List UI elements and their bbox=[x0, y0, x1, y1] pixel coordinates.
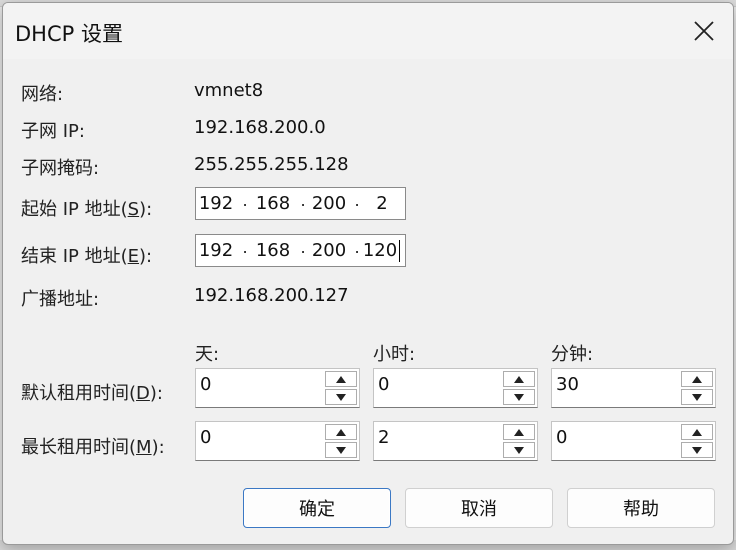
max-minutes-increment-button[interactable] bbox=[681, 424, 713, 440]
default-lease-days-spinner[interactable]: 0 bbox=[195, 368, 360, 408]
end-ip-dot-2: . bbox=[300, 238, 306, 257]
chevron-up-icon bbox=[514, 375, 524, 383]
max-lease-label-end: ): bbox=[151, 437, 165, 458]
subnet-mask-label: 子网掩码: bbox=[21, 158, 100, 179]
start-ip-label-accesskey: S bbox=[127, 199, 140, 220]
chevron-down-icon bbox=[336, 446, 346, 454]
close-icon bbox=[694, 21, 714, 41]
end-ip-label: 结束 IP 地址(E): bbox=[21, 242, 152, 268]
end-ip-label-text: 结束 IP 地址( bbox=[21, 246, 128, 267]
default-minutes-decrement-button[interactable] bbox=[681, 389, 713, 405]
start-ip-dot-1: . bbox=[242, 191, 248, 210]
max-lease-days-spinner[interactable]: 0 bbox=[195, 421, 360, 461]
default-hours-decrement-button[interactable] bbox=[503, 389, 535, 405]
max-lease-minutes-value[interactable]: 0 bbox=[556, 427, 567, 448]
default-lease-hours-spinner[interactable]: 0 bbox=[373, 368, 538, 408]
subnet-ip-label: 子网 IP: bbox=[21, 121, 85, 142]
subnet-ip-value: 192.168.200.0 bbox=[194, 117, 326, 138]
max-minutes-decrement-button[interactable] bbox=[681, 442, 713, 458]
start-ip-label-text: 起始 IP 地址( bbox=[21, 199, 128, 220]
chevron-down-icon bbox=[514, 393, 524, 401]
chevron-down-icon bbox=[692, 446, 702, 454]
end-ip-label-end: ): bbox=[139, 246, 153, 267]
text-caret bbox=[399, 240, 400, 262]
max-hours-decrement-button[interactable] bbox=[503, 442, 535, 458]
ok-button[interactable]: 确定 bbox=[243, 488, 391, 528]
end-ip-octet-2[interactable]: 168 bbox=[255, 240, 291, 261]
start-ip-octet-1[interactable]: 192 bbox=[198, 193, 234, 214]
end-ip-dot-1: . bbox=[242, 238, 248, 257]
dialog-title: DHCP 设置 bbox=[15, 22, 123, 46]
lease-minutes-header: 分钟: bbox=[551, 344, 594, 365]
chevron-up-icon bbox=[514, 428, 524, 436]
help-button[interactable]: 帮助 bbox=[567, 488, 715, 528]
chevron-down-icon bbox=[336, 393, 346, 401]
start-ip-dot-2: . bbox=[300, 191, 306, 210]
max-lease-label: 最长租用时间(M): bbox=[21, 433, 165, 459]
max-days-increment-button[interactable] bbox=[325, 424, 357, 440]
chevron-up-icon bbox=[336, 428, 346, 436]
chevron-down-icon bbox=[692, 393, 702, 401]
default-lease-label-accesskey: D bbox=[136, 383, 150, 404]
broadcast-value: 192.168.200.127 bbox=[194, 285, 349, 306]
default-hours-increment-button[interactable] bbox=[503, 371, 535, 387]
network-label: 网络: bbox=[21, 84, 64, 105]
end-ip-field[interactable]: 192 . 168 . 200 . 120 bbox=[195, 234, 406, 267]
default-lease-minutes-spinner[interactable]: 30 bbox=[551, 368, 716, 408]
end-ip-octet-3[interactable]: 200 bbox=[311, 240, 347, 261]
chevron-down-icon bbox=[514, 446, 524, 454]
start-ip-label: 起始 IP 地址(S): bbox=[21, 195, 152, 221]
start-ip-octet-4[interactable]: 2 bbox=[364, 193, 400, 214]
max-lease-days-value[interactable]: 0 bbox=[200, 427, 211, 448]
chevron-up-icon bbox=[336, 375, 346, 383]
max-lease-hours-value[interactable]: 2 bbox=[378, 427, 389, 448]
max-lease-label-text: 最长租用时间( bbox=[21, 437, 137, 458]
network-value: vmnet8 bbox=[194, 80, 264, 101]
subnet-mask-value: 255.255.255.128 bbox=[194, 154, 349, 175]
default-days-increment-button[interactable] bbox=[325, 371, 357, 387]
max-lease-minutes-spinner[interactable]: 0 bbox=[551, 421, 716, 461]
default-lease-hours-value[interactable]: 0 bbox=[378, 374, 389, 395]
lease-days-header: 天: bbox=[195, 344, 220, 365]
start-ip-field[interactable]: 192 . 168 . 200 . 2 bbox=[195, 187, 406, 220]
max-lease-hours-spinner[interactable]: 2 bbox=[373, 421, 538, 461]
default-lease-label: 默认租用时间(D): bbox=[21, 379, 163, 405]
default-days-decrement-button[interactable] bbox=[325, 389, 357, 405]
lease-hours-header: 小时: bbox=[373, 344, 416, 365]
end-ip-label-accesskey: E bbox=[127, 246, 140, 267]
max-days-decrement-button[interactable] bbox=[325, 442, 357, 458]
chevron-up-icon bbox=[692, 428, 702, 436]
default-lease-label-text: 默认租用时间( bbox=[21, 383, 137, 404]
end-ip-octet-4[interactable]: 120 bbox=[360, 240, 400, 261]
default-lease-minutes-value[interactable]: 30 bbox=[556, 374, 579, 395]
default-minutes-increment-button[interactable] bbox=[681, 371, 713, 387]
end-ip-octet-1[interactable]: 192 bbox=[198, 240, 234, 261]
close-button[interactable] bbox=[675, 3, 733, 59]
start-ip-dot-3: . bbox=[354, 191, 360, 210]
start-ip-octet-3[interactable]: 200 bbox=[311, 193, 347, 214]
dhcp-settings-dialog: DHCP 设置 网络: vmnet8 子网 IP: 192.168.200.0 … bbox=[2, 2, 734, 545]
max-hours-increment-button[interactable] bbox=[503, 424, 535, 440]
title-bar: DHCP 设置 bbox=[3, 3, 733, 59]
start-ip-label-end: ): bbox=[139, 199, 153, 220]
default-lease-label-end: ): bbox=[149, 383, 163, 404]
broadcast-label: 广播地址: bbox=[21, 289, 100, 310]
cancel-button[interactable]: 取消 bbox=[405, 488, 553, 528]
chevron-up-icon bbox=[692, 375, 702, 383]
max-lease-label-accesskey: M bbox=[136, 437, 152, 458]
default-lease-days-value[interactable]: 0 bbox=[200, 374, 211, 395]
start-ip-octet-2[interactable]: 168 bbox=[255, 193, 291, 214]
